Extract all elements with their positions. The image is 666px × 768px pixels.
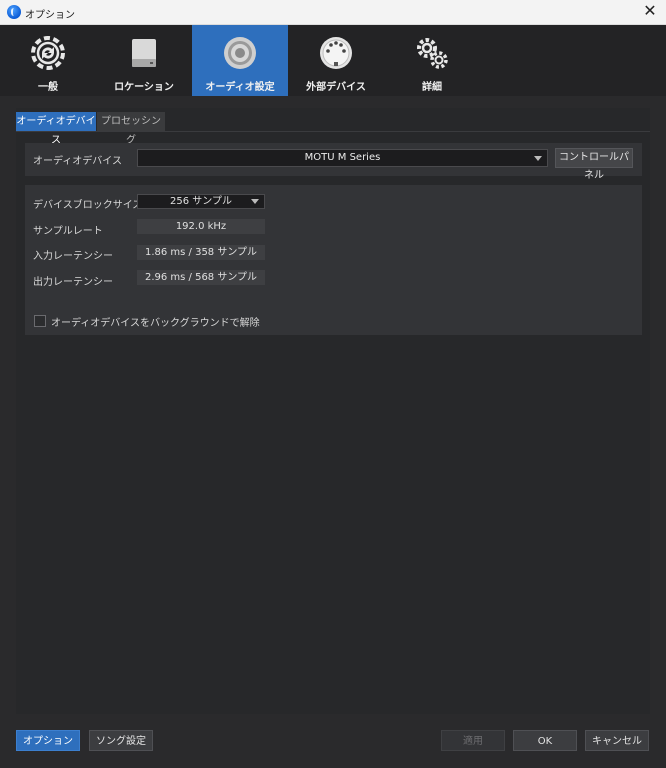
tab-divider [16,131,650,132]
device-label: オーディオデバイス [33,156,122,167]
options-panel: オーディオデバイス プロセッシング オーディオデバイス MOTU M Serie… [16,108,650,714]
category-advanced[interactable]: 詳細 [384,25,480,96]
category-audio-settings[interactable]: オーディオ設定 [192,25,288,96]
apply-button[interactable]: 適用 [441,730,505,751]
category-toolbar: 一般 ロケーション オーディオ設定 外部デバイス 詳細 [0,25,666,96]
input-latency-value: 1.86 ms / 358 サンプル [137,245,265,260]
gears-icon [417,38,448,69]
category-general[interactable]: 一般 [0,25,96,96]
category-label: 一般 [38,82,58,93]
audio-device-dropdown[interactable]: MOTU M Series [137,149,548,167]
song-settings-button[interactable]: ソング設定 [89,730,153,751]
category-label: オーディオ設定 [205,82,275,93]
chevron-down-icon [251,199,259,204]
device-section: オーディオデバイス MOTU M Series コントロールパネル [25,143,642,181]
tab-audio-device[interactable]: オーディオデバイス [16,112,96,146]
category-label: 外部デバイス [306,82,366,93]
release-background-label[interactable]: オーディオデバイスをバックグラウンドで解除 [51,314,260,329]
ok-button[interactable]: OK [513,730,577,751]
audio-device-value: MOTU M Series [304,152,381,163]
control-panel-button[interactable]: コントロールパネル [555,148,633,181]
output-latency-value: 2.96 ms / 568 サンプル [137,270,265,285]
midi-port-icon [320,37,352,69]
sample-rate-value: 192.0 kHz [137,219,265,234]
settings-section: デバイスブロックサイズ 256 サンプル サンプルレート 192.0 kHz 入… [25,185,642,335]
category-location[interactable]: ロケーション [96,25,192,96]
drive-icon [132,39,156,67]
output-latency-label: 出力レーテンシー [33,277,113,288]
speaker-icon [224,37,256,69]
chevron-down-icon [534,156,542,161]
category-label: 詳細 [422,82,442,93]
options-button[interactable]: オプション [16,730,80,751]
sample-rate-label: サンプルレート [33,226,103,237]
category-label: ロケーション [114,82,174,93]
gear-refresh-icon [31,36,65,70]
window-title: オプション [25,10,75,21]
title-bar: オプション ✕ [0,0,666,25]
release-background-checkbox[interactable] [34,315,46,327]
close-button[interactable]: ✕ [634,0,666,24]
app-logo-icon [7,5,21,19]
block-size-dropdown[interactable]: 256 サンプル [137,194,265,209]
block-size-label: デバイスブロックサイズ [33,200,143,211]
category-external-devices[interactable]: 外部デバイス [288,25,384,96]
tab-processing[interactable]: プロセッシング [97,112,165,146]
cancel-button[interactable]: キャンセル [585,730,649,751]
input-latency-label: 入力レーテンシー [33,251,113,262]
block-size-value: 256 サンプル [170,196,232,207]
